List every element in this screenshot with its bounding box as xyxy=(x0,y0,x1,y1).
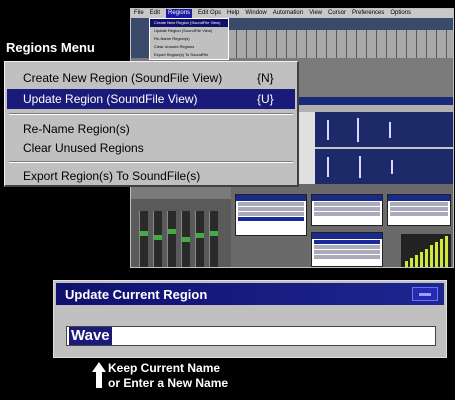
fader[interactable] xyxy=(195,211,204,267)
region-name-input[interactable]: Wave xyxy=(66,326,436,346)
menu-file[interactable]: File xyxy=(134,9,144,18)
menu-item-create-new-region[interactable]: Create New Region (SoundFile View) {N} xyxy=(7,68,295,88)
waveform-selection xyxy=(297,112,315,184)
hint-line-1: Keep Current Name xyxy=(108,361,221,375)
regions-menu-heading: Regions Menu xyxy=(6,40,95,55)
menu-item-label: Export Region(s) To SoundFile(s) xyxy=(23,169,201,183)
menu-item-label: Update Region (SoundFile View) xyxy=(23,92,198,106)
mini-menu-item[interactable]: Create New Region (SoundFile View) xyxy=(150,19,228,27)
waveform-peak xyxy=(327,120,329,140)
waveform-peak xyxy=(357,118,359,142)
update-region-dialog: Update Current Region Wave xyxy=(53,280,447,358)
fader[interactable] xyxy=(167,211,176,267)
mixer-panel xyxy=(131,199,231,267)
waveform-header xyxy=(297,105,453,112)
menu-preferences[interactable]: Preferences xyxy=(352,9,384,18)
timeline-ruler xyxy=(297,97,453,105)
menu-item-label: Create New Region (SoundFile View) xyxy=(23,71,223,85)
menu-options[interactable]: Options xyxy=(390,9,411,18)
selected-text: Wave xyxy=(69,327,112,345)
waveform-peak xyxy=(389,122,391,138)
menu-item-label: Clear Unused Regions xyxy=(23,141,144,155)
menu-view[interactable]: View xyxy=(309,9,322,18)
menu-separator xyxy=(9,161,293,163)
transport-buttons xyxy=(227,30,453,58)
mini-menu-item[interactable]: Re-Name Region(s) xyxy=(150,35,228,43)
menu-item-shortcut: {N} xyxy=(257,71,274,85)
menu-regions[interactable]: Regions xyxy=(166,9,193,18)
waveform-track-left xyxy=(297,112,453,147)
app-menubar: File Edit Regions Edit Ops Help Window A… xyxy=(131,9,453,18)
fader[interactable] xyxy=(139,211,148,267)
fader[interactable] xyxy=(153,211,162,267)
region-list[interactable] xyxy=(235,194,307,236)
menu-item-shortcut: {U} xyxy=(257,92,274,106)
minimize-icon[interactable] xyxy=(412,287,438,301)
menu-cursor[interactable]: Cursor xyxy=(328,9,346,18)
hint-text: Keep Current Name or Enter a New Name xyxy=(108,361,228,391)
fader[interactable] xyxy=(209,211,218,267)
menu-item-label: Re-Name Region(s) xyxy=(23,122,130,136)
up-arrow-icon xyxy=(92,362,106,388)
menu-edit[interactable]: Edit xyxy=(150,9,160,18)
menu-item-rename-regions[interactable]: Re-Name Region(s) xyxy=(7,119,295,139)
mini-menu-item[interactable]: Export Region(s) To SoundFile xyxy=(150,51,228,59)
waveform-peak xyxy=(327,157,329,177)
mini-menu-item[interactable]: Clear Unused Regions xyxy=(150,43,228,51)
menu-separator xyxy=(9,113,293,115)
menu-window[interactable]: Window xyxy=(245,9,266,18)
menu-item-update-region[interactable]: Update Region (SoundFile View) {U} xyxy=(7,89,295,109)
menu-item-export-regions[interactable]: Export Region(s) To SoundFile(s) xyxy=(7,166,295,186)
waveform-peak xyxy=(391,160,393,174)
fader[interactable] xyxy=(181,211,190,267)
regions-menu: Create New Region (SoundFile View) {N} U… xyxy=(4,61,299,187)
soundfile-list-2[interactable] xyxy=(387,194,451,226)
dialog-title: Update Current Region xyxy=(65,287,208,302)
hint-line-2: or Enter a New Name xyxy=(108,376,229,390)
waveform-track-right xyxy=(297,149,453,184)
menu-edit-ops[interactable]: Edit Ops xyxy=(198,9,221,18)
soundfile-list[interactable] xyxy=(311,194,383,226)
dialog-titlebar[interactable]: Update Current Region xyxy=(56,283,444,305)
playlist[interactable] xyxy=(311,232,383,267)
menu-automation[interactable]: Automation xyxy=(273,9,303,18)
mini-menu-item[interactable]: Update Region (SoundFile View) xyxy=(150,27,228,35)
waveform-peak xyxy=(359,156,361,178)
mini-regions-menu: Create New Region (SoundFile View) Updat… xyxy=(149,18,229,60)
menu-item-clear-unused-regions[interactable]: Clear Unused Regions xyxy=(7,138,295,158)
spectrum-meter xyxy=(401,234,451,267)
waveform-view[interactable] xyxy=(297,112,453,184)
menu-help[interactable]: Help xyxy=(227,9,239,18)
